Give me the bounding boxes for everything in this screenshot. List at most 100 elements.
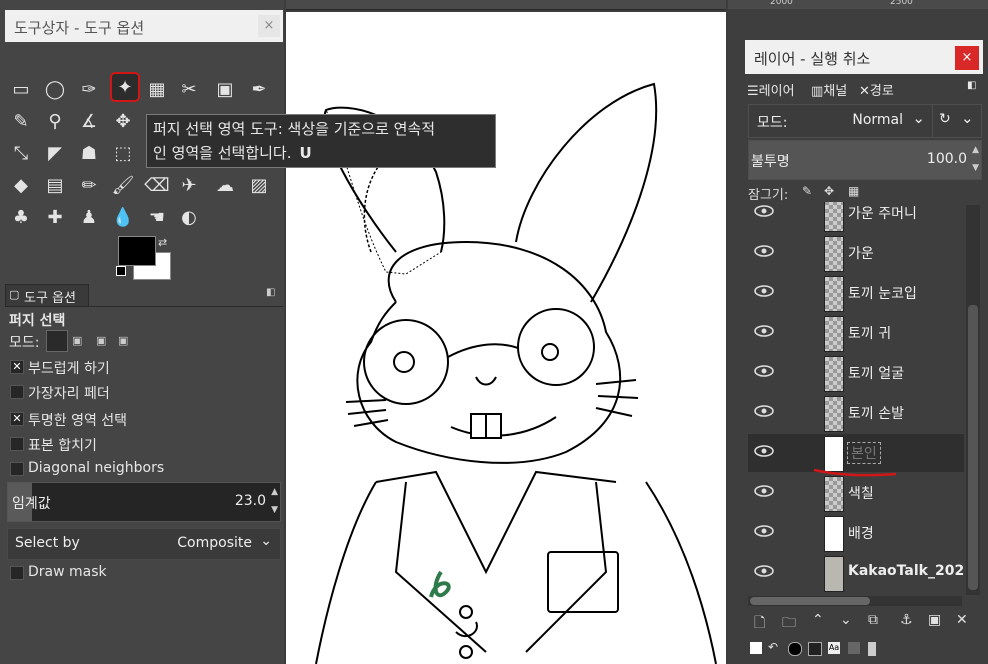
threshold-slider[interactable]: 임계값 23.0 ▲ ▼ [7,482,281,522]
swap-colors-icon[interactable]: ⇄ [158,236,167,249]
gradient-tab-icon[interactable] [848,642,860,654]
anchor-icon[interactable]: ⚓ [900,612,913,628]
diagonal-checkbox[interactable] [10,462,24,476]
eye-icon[interactable] [754,404,774,418]
move-icon[interactable]: ✥ [110,108,136,134]
panel-menu-icon[interactable]: ◧ [266,287,275,298]
layer-row[interactable]: 토끼 손발 [748,394,964,432]
tab-channels[interactable]: ▥채널 [811,80,847,100]
crop-icon[interactable]: ⤡ [8,140,34,166]
feather-checkbox[interactable] [10,385,24,399]
mode-intersect-button[interactable]: ▣ [118,334,128,347]
scissors-icon[interactable]: ✂ [176,76,202,102]
draw-mask-checkbox[interactable] [10,566,24,580]
scrollbar-thumb[interactable] [968,305,978,590]
brush-preset-icon[interactable] [788,642,802,656]
ink-icon[interactable]: ☁ [212,172,238,198]
fuzzy-select-icon[interactable]: ✦ [110,72,140,102]
lower-layer-icon[interactable]: ⌄ [840,612,852,628]
scrollbar-thumb[interactable] [750,597,870,605]
free-select-icon[interactable]: ✑ [76,76,102,102]
eraser-icon[interactable]: ⌫ [144,172,170,198]
layer-row[interactable]: 토끼 얼굴 [748,354,964,392]
lock-pixels-icon[interactable]: ✎ [802,184,812,198]
heal-icon[interactable]: ✚ [42,204,68,230]
default-colors-icon[interactable] [116,266,126,276]
eye-icon[interactable] [754,484,774,498]
layer-row[interactable]: 토끼 눈코입 [748,274,964,312]
warp-icon[interactable]: ☗ [76,140,102,166]
close-button[interactable]: × [955,46,979,70]
close-button[interactable]: × [258,15,280,37]
eye-icon[interactable] [754,284,774,298]
select-by-dropdown[interactable]: Select by Composite ⌄ [7,528,281,560]
mode-add-button[interactable]: ▣ [72,334,82,347]
tab-layers[interactable]: ☰레이어 [747,80,795,100]
opacity-slider[interactable]: 불투명 100.0 ▲ ▼ [748,140,982,180]
spin-up-icon[interactable]: ▲ [271,487,278,497]
eye-icon[interactable] [754,324,774,338]
blur-icon[interactable]: 💧 [110,204,136,230]
foreground-color-swatch[interactable] [118,236,156,266]
layer-row-selected[interactable]: 본인 [748,434,964,477]
tab-tool-options[interactable]: ▢ 도구 옵션 [5,284,89,307]
lock-position-icon[interactable]: ✥ [824,184,834,198]
layer-row[interactable]: 가운 주머니 [748,202,964,232]
color-select-icon[interactable]: ▦ [144,76,170,102]
undo-tab-icon[interactable]: ↶ [768,640,778,654]
zoom-icon[interactable]: ⚲ [42,108,68,134]
new-group-icon[interactable]: 🗀 [782,612,796,636]
tab-paths[interactable]: ✕경로 [859,80,894,100]
panel-menu-icon[interactable]: ◧ [967,80,976,100]
composite-mode-button[interactable]: ↻ ⌄ [932,104,982,138]
eye-icon[interactable] [754,524,774,538]
layer-list-scrollbar[interactable] [966,205,980,595]
layer-row[interactable]: KakaoTalk_2024 [748,554,964,592]
image-canvas[interactable] [286,12,726,664]
eye-icon[interactable] [754,564,774,578]
dodge-burn-icon[interactable]: ◐ [176,204,202,230]
sample-merged-checkbox[interactable] [10,437,24,451]
layer-mode-dropdown[interactable]: 모드: Normal ⌄ [748,104,934,138]
perspective-icon[interactable]: ⬚ [110,140,136,166]
pencil-icon[interactable]: ✏ [76,172,102,198]
layer-row[interactable]: 토끼 귀 [748,314,964,352]
font-icon[interactable]: Aa [828,642,840,654]
duplicate-layer-icon[interactable]: ⧉ [868,612,878,628]
delete-layer-icon[interactable]: ✕ [956,612,968,628]
horizontal-scrollbar[interactable] [748,596,962,606]
brush-tab-icon[interactable] [750,642,762,654]
smudge-icon[interactable]: ☚ [144,204,170,230]
airbrush-icon[interactable]: ✈ [176,172,202,198]
paintbrush-icon[interactable]: 🖌 [110,172,136,198]
layer-row[interactable]: 색칠 [748,474,964,512]
bucket-fill-icon[interactable]: ◆ [8,172,34,198]
gradient-icon[interactable]: ▤ [42,172,68,198]
spin-down-icon[interactable]: ▼ [972,163,979,173]
transparent-checkbox[interactable]: ✕ [10,412,24,426]
layer-row[interactable]: 가운 [748,234,964,272]
pattern-icon[interactable] [808,642,822,656]
spin-down-icon[interactable]: ▼ [271,505,278,515]
mode-subtract-button[interactable]: ▣ [96,334,106,347]
color-picker-icon[interactable]: ✎ [8,108,34,134]
spin-up-icon[interactable]: ▲ [972,145,979,155]
mode-replace-button[interactable] [46,330,68,352]
raise-layer-icon[interactable]: ⌃ [812,612,824,628]
lock-alpha-icon[interactable]: ▦ [848,184,859,198]
palette-icon[interactable] [868,642,876,656]
clone-icon[interactable]: ♣ [8,204,34,230]
foreground-select-icon[interactable]: ▣ [212,76,238,102]
eye-icon[interactable] [754,444,774,458]
layer-row[interactable]: 배경 [748,514,964,552]
measure-icon[interactable]: ∡ [76,108,102,134]
new-layer-icon[interactable]: 🗋 [754,612,765,636]
mask-icon[interactable]: ▣ [928,612,941,628]
eye-icon[interactable] [754,244,774,258]
mypaint-brush-icon[interactable]: ▨ [246,172,272,198]
perspective-clone-icon[interactable]: ♟ [76,204,102,230]
paths-icon[interactable]: ✒ [246,76,272,102]
eye-icon[interactable] [754,364,774,378]
antialias-checkbox[interactable]: ✕ [10,360,24,374]
ellipse-select-icon[interactable]: ◯ [42,76,68,102]
